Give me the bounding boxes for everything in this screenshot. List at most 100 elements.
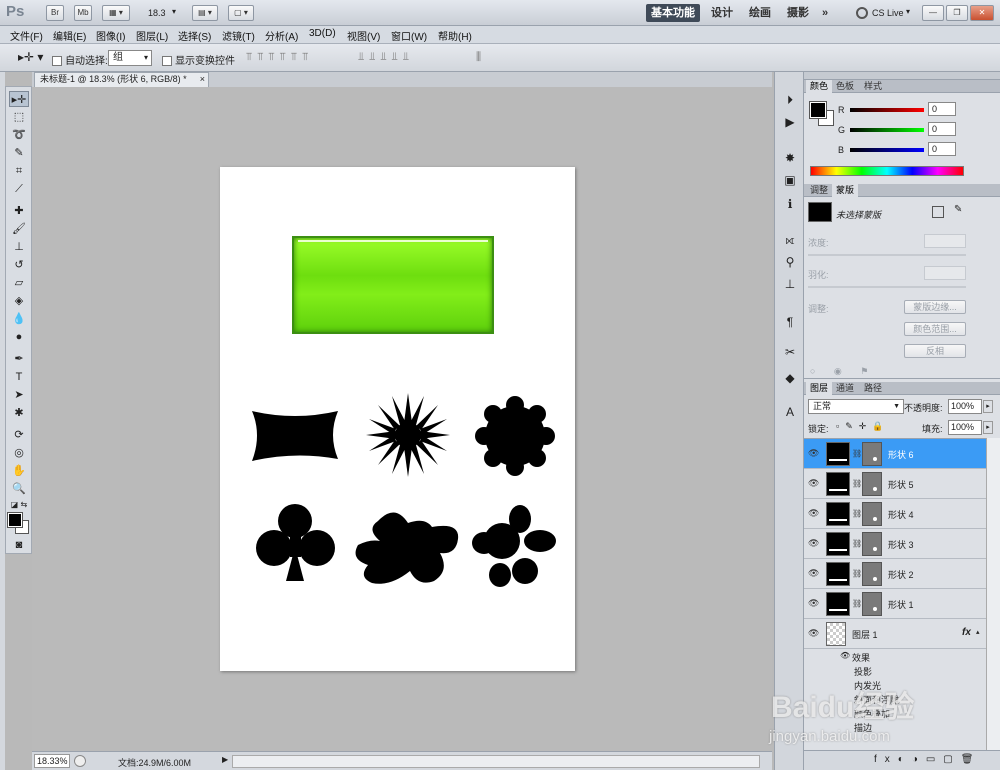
- layer-name[interactable]: 形状 2: [888, 568, 914, 581]
- menu-window[interactable]: 窗口(W): [391, 28, 427, 43]
- tab-swatches[interactable]: 色板: [832, 80, 858, 93]
- workspace-essentials[interactable]: 基本功能: [646, 4, 700, 22]
- layer-name[interactable]: 形状 4: [888, 508, 914, 521]
- quick-mask-icon[interactable]: ◙: [9, 537, 29, 553]
- invert-button[interactable]: 反相: [904, 344, 966, 358]
- menu-file[interactable]: 文件(F): [10, 28, 43, 43]
- clone-source-icon[interactable]: ⚲: [781, 254, 799, 270]
- info-panel-icon[interactable]: ℹ: [781, 196, 799, 212]
- minimize-button[interactable]: —: [922, 5, 944, 21]
- b-slider[interactable]: [850, 148, 924, 152]
- layer-row-shape3[interactable]: 👁 ⛓ 形状 3: [804, 529, 986, 559]
- document-tab[interactable]: 未标题-1 @ 18.3% (形状 6, RGB/8) * ×: [34, 72, 209, 87]
- paragraph-panel-icon[interactable]: ¶: [781, 314, 799, 330]
- layer-row-shape6[interactable]: 👁 ⛓ 形状 6: [804, 439, 986, 469]
- splat-shape[interactable]: [355, 512, 459, 584]
- clone-stamp-tool-icon[interactable]: ⊥: [9, 239, 29, 255]
- tab-styles[interactable]: 样式: [860, 80, 886, 93]
- vector-mask-thumbnail[interactable]: [862, 532, 882, 556]
- crop-tool-icon[interactable]: ⌗: [9, 163, 29, 179]
- 3d-orbit-tool-icon[interactable]: ◎: [9, 445, 29, 461]
- arrange-documents-button[interactable]: ▤ ▾: [192, 5, 218, 21]
- auto-select-checkbox-group[interactable]: 自动选择:: [52, 52, 108, 67]
- status-info-icon[interactable]: [74, 755, 86, 767]
- workspace-design[interactable]: 设计: [706, 4, 738, 22]
- scalloped-circle-shape[interactable]: [475, 396, 555, 476]
- zoom-dropdown-icon[interactable]: ▾: [172, 7, 176, 16]
- workspace-photography[interactable]: 摄影: [782, 4, 814, 22]
- show-transform-checkbox[interactable]: [162, 56, 172, 67]
- eyedropper-tool-icon[interactable]: ⟋: [9, 181, 29, 197]
- layer-name[interactable]: 形状 3: [888, 538, 914, 551]
- foreground-color-swatch[interactable]: [7, 512, 23, 528]
- foreground-color-swatch[interactable]: [809, 101, 827, 119]
- move-tool-icon[interactable]: ▸✛: [9, 91, 29, 107]
- hand-tool-icon[interactable]: ✋: [9, 463, 29, 479]
- color-spectrum-ramp[interactable]: [810, 166, 964, 176]
- quick-selection-tool-icon[interactable]: ✎: [9, 145, 29, 161]
- move-tool-preset-icon[interactable]: ▸✛ ▾: [18, 50, 43, 64]
- paint-bucket-tool-icon[interactable]: ◈: [9, 293, 29, 309]
- more-workspaces-icon[interactable]: »: [818, 4, 832, 22]
- vector-mask-thumbnail[interactable]: [862, 442, 882, 466]
- layer-name[interactable]: 形状 1: [888, 598, 914, 611]
- workspace-painting[interactable]: 绘画: [744, 4, 776, 22]
- show-transform-group[interactable]: 显示变换控件: [162, 52, 235, 67]
- menu-edit[interactable]: 编辑(E): [53, 28, 86, 43]
- r-value-field[interactable]: 0: [928, 102, 956, 116]
- actions-panel-icon[interactable]: ▶: [781, 114, 799, 130]
- eraser-tool-icon[interactable]: ▱: [9, 275, 29, 291]
- auto-select-checkbox[interactable]: [52, 56, 62, 67]
- status-menu-arrow-icon[interactable]: ▶: [222, 755, 228, 764]
- menu-select[interactable]: 选择(S): [178, 28, 211, 43]
- healing-brush-tool-icon[interactable]: ✚: [9, 203, 29, 219]
- banner-shape[interactable]: [252, 411, 338, 461]
- eye-icon[interactable]: 👁: [808, 538, 819, 549]
- menu-filter[interactable]: 滤镜(T): [222, 28, 255, 43]
- auto-align-button[interactable]: ⫼: [476, 51, 481, 64]
- fx-icon[interactable]: fx: [962, 627, 971, 638]
- tab-layers[interactable]: 图层: [806, 382, 833, 395]
- menu-analysis[interactable]: 分析(A): [265, 28, 298, 43]
- starburst-shape[interactable]: [366, 393, 450, 477]
- history-panel-icon[interactable]: ⏵: [781, 92, 799, 108]
- history-brush-tool-icon[interactable]: ↺: [9, 257, 29, 273]
- opacity-arrow-icon[interactable]: ▸: [983, 400, 993, 413]
- cs-live-label[interactable]: CS Live: [872, 8, 904, 18]
- g-slider[interactable]: [850, 128, 924, 132]
- tab-color[interactable]: 颜色: [806, 80, 833, 93]
- pixel-mask-icon[interactable]: [932, 206, 944, 218]
- layer-row-shape2[interactable]: 👁 ⛓ 形状 2: [804, 559, 986, 589]
- layer-row-layer1[interactable]: 👁 图层 1 fx ▴: [804, 619, 986, 649]
- vector-mask-thumbnail[interactable]: [862, 592, 882, 616]
- menu-help[interactable]: 帮助(H): [438, 28, 472, 43]
- horizontal-scrollbar[interactable]: [232, 755, 760, 768]
- close-window-button[interactable]: ✕: [970, 5, 994, 21]
- navigator-panel-icon[interactable]: ▣: [781, 172, 799, 188]
- panel-collapse-bar[interactable]: [804, 72, 1000, 80]
- tool-presets-icon[interactable]: ⟖: [781, 232, 799, 248]
- eye-icon[interactable]: 👁: [808, 478, 819, 489]
- menu-layer[interactable]: 图层(L): [136, 28, 168, 43]
- vector-mask-thumbnail[interactable]: [862, 562, 882, 586]
- align-buttons[interactable]: ⫪⫪⫪⫪⫪⫪: [246, 51, 313, 64]
- character-panel-icon[interactable]: A: [781, 404, 799, 420]
- 3d-panel-icon[interactable]: ◆: [781, 370, 799, 386]
- screen-mode-button[interactable]: ▢ ▾: [228, 5, 254, 21]
- layer-row-shape5[interactable]: 👁 ⛓ 形状 5: [804, 469, 986, 499]
- fill-arrow-icon[interactable]: ▸: [983, 421, 993, 434]
- eye-icon[interactable]: 👁: [808, 568, 819, 579]
- bridge-button[interactable]: Br: [46, 5, 64, 21]
- layer-row-shape4[interactable]: 👁 ⛓ 形状 4: [804, 499, 986, 529]
- document-canvas[interactable]: [220, 167, 575, 671]
- r-slider[interactable]: [850, 108, 924, 112]
- distribute-buttons[interactable]: ⫫⫫⫫⫫⫫: [358, 51, 414, 64]
- blend-mode-dropdown[interactable]: 正常 ▼: [808, 399, 904, 414]
- restore-button[interactable]: ❐: [946, 5, 968, 21]
- default-colors-icon[interactable]: ◪ ⇆: [9, 497, 29, 513]
- cs-live-dropdown-icon[interactable]: ▾: [906, 7, 910, 16]
- mask-footer-icons[interactable]: ○ ◉ ⚑: [810, 366, 876, 377]
- menu-view[interactable]: 视图(V): [347, 28, 380, 43]
- eye-icon[interactable]: 👁: [808, 598, 819, 609]
- b-value-field[interactable]: 0: [928, 142, 956, 156]
